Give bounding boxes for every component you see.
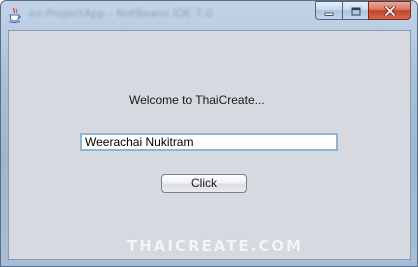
close-button[interactable] bbox=[368, 1, 411, 20]
maximize-button[interactable] bbox=[342, 1, 368, 20]
window-title: ex-ProjectApp - NetBeans IDE 7.0 bbox=[29, 7, 213, 20]
title-bar[interactable]: ex-ProjectApp - NetBeans IDE 7.0 bbox=[1, 1, 417, 30]
minimize-button[interactable] bbox=[315, 1, 342, 20]
app-window: ex-ProjectApp - NetBeans IDE 7.0 Welcome… bbox=[0, 0, 418, 267]
name-input[interactable] bbox=[80, 133, 338, 151]
window-controls bbox=[315, 1, 411, 21]
minimize-icon bbox=[324, 1, 334, 20]
close-icon bbox=[383, 1, 396, 20]
welcome-label: Welcome to ThaiCreate... bbox=[129, 93, 265, 107]
java-cup-icon[interactable] bbox=[8, 7, 22, 23]
click-button[interactable]: Click bbox=[161, 174, 247, 193]
watermark-text: THAICREATE.COM bbox=[127, 237, 304, 255]
content-panel: Welcome to ThaiCreate... Click THAICREAT… bbox=[8, 30, 411, 260]
maximize-icon bbox=[351, 1, 361, 20]
